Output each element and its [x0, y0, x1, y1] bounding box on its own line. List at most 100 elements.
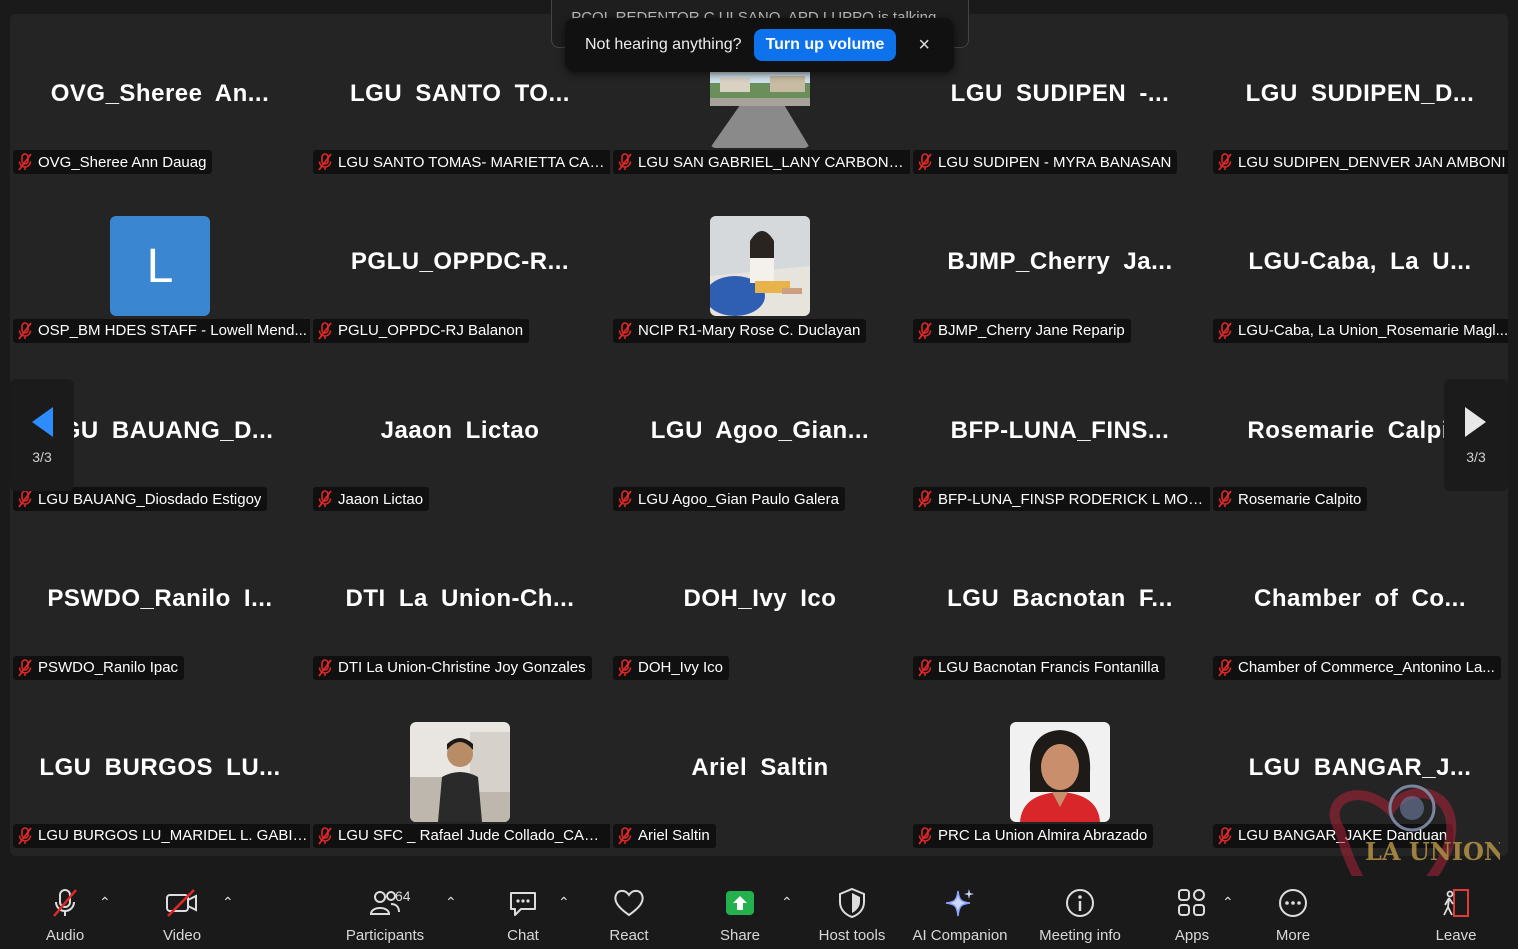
more-label: More	[1275, 927, 1311, 944]
chevron-left-icon	[32, 407, 53, 437]
participant-tile[interactable]: LGU Bacnotan F... LGU Bacnotan Francis Fo…	[910, 519, 1210, 687]
participant-tile[interactable]: Chamber of Co... Chamber of Commerce_Anto…	[1210, 519, 1508, 687]
muted-microphone-icon	[18, 321, 32, 340]
participant-name: PRC La Union Almira Abrazado	[938, 827, 1148, 845]
participant-name-label: LGU BURGOS LU_MARIDEL L. GABINO	[13, 823, 310, 848]
participant-tile[interactable]: DOH_Ivy Ico DOH_Ivy Ico	[610, 519, 910, 687]
participant-name-label: BJMP_Cherry Jane Reparip	[913, 318, 1131, 343]
participant-tile[interactable]: OVG_Sheree An... OVG_Sheree Ann Dauag	[10, 14, 310, 182]
participant-tile[interactable]: NCIP R1-Mary Rose C. Duclayan	[610, 182, 910, 350]
participant-name: LGU Bacnotan Francis Fontanilla	[938, 659, 1159, 677]
leave-label: Leave	[1435, 927, 1477, 944]
participant-name-label: LGU Agoo_Gian Paulo Galera	[613, 487, 845, 512]
participant-name: Ariel Saltin	[638, 827, 710, 845]
previous-page-button[interactable]: 3/3	[10, 379, 74, 491]
apps-icon	[1178, 889, 1205, 916]
participant-name: LGU SAN GABRIEL_LANY CARBONELL	[638, 153, 909, 171]
participant-name-label: LGU SUDIPEN - MYRA BANASAN	[913, 150, 1178, 175]
participant-grid: OVG_Sheree An... OVG_Sheree Ann Dauag LGU …	[10, 14, 1508, 856]
heart-icon	[614, 889, 644, 917]
leave-button[interactable]: Leave	[1406, 886, 1506, 946]
host-tools-button[interactable]: Host tools	[802, 886, 902, 946]
participant-display-name: DTI La Union-Ch...	[345, 585, 575, 613]
meeting-info-button[interactable]: Meeting info	[1030, 886, 1130, 946]
participant-tile[interactable]: LGU BURGOS LU... LGU BURGOS LU_MARIDEL L.…	[10, 688, 310, 856]
muted-microphone-icon	[618, 490, 632, 508]
participant-tile[interactable]: LGU SFC _ Rafael Jude Collado_CADA...	[310, 688, 610, 856]
participant-tile[interactable]: Ariel Saltin Ariel Saltin	[610, 688, 910, 856]
participant-tile[interactable]: Jaaon Lictao Jaaon Lictao	[310, 351, 610, 519]
participant-tile[interactable]: LGU-Caba, La U... LGU-Caba, La Union_Rose…	[1210, 182, 1508, 350]
react-label: React	[609, 927, 649, 944]
more-button[interactable]: More	[1243, 886, 1343, 946]
participant-name: LGU SFC _ Rafael Jude Collado_CADA...	[338, 827, 609, 845]
more-icon	[1279, 889, 1307, 917]
participant-display-name: PGLU_OPPDC-R...	[350, 248, 570, 276]
participant-tile[interactable]: BFP-LUNA_FINS... BFP-LUNA_FINSP RODERICK …	[910, 351, 1210, 519]
participant-name: LGU SANTO TOMAS- MARIETTA CAR...	[338, 153, 609, 171]
participant-name-label: PRC La Union Almira Abrazado	[913, 823, 1154, 848]
share-options-caret[interactable]: ⌃	[781, 894, 793, 911]
muted-microphone-icon	[18, 827, 32, 845]
video-button[interactable]: Video	[132, 886, 232, 946]
participant-name: LGU-Caba, La Union_Rosemarie Magl...	[1238, 322, 1508, 340]
share-button[interactable]: Share	[690, 886, 790, 946]
chat-options-caret[interactable]: ⌃	[558, 894, 570, 911]
participant-tile[interactable]: LGU SUDIPEN_D... LGU SUDIPEN_DENVER JAN A…	[1210, 14, 1508, 182]
participant-tile[interactable]: L OSP_BM HDES STAFF - Lowell Mend...	[10, 182, 310, 350]
participant-name-label: PGLU_OPPDC-RJ Balanon	[313, 318, 530, 343]
participant-video	[1010, 721, 1110, 822]
participant-tile[interactable]: PGLU_OPPDC-R... PGLU_OPPDC-RJ Balanon	[310, 182, 610, 350]
muted-microphone-icon	[618, 658, 632, 677]
participant-name: PSWDO_Ranilo Ipac	[38, 659, 179, 677]
participant-display-name: LGU SUDIPEN -...	[950, 80, 1170, 107]
participant-tile[interactable]: LGU Agoo_Gian... LGU Agoo_Gian Paulo Gale…	[610, 351, 910, 519]
participant-display-name: LGU Agoo_Gian...	[650, 416, 870, 444]
muted-microphone-icon	[918, 658, 932, 677]
muted-microphone-icon	[318, 153, 332, 171]
react-button[interactable]: React	[579, 886, 679, 946]
participant-name: OVG_Sheree Ann Dauag	[38, 153, 207, 171]
participant-tile[interactable]: PSWDO_Ranilo I... PSWDO_Ranilo Ipac	[10, 519, 310, 687]
sparkle-icon	[945, 889, 974, 917]
video-options-caret[interactable]: ⌃	[222, 894, 234, 911]
participant-name-label: LGU-Caba, La Union_Rosemarie Magl...	[1213, 318, 1508, 343]
participant-video	[410, 721, 510, 822]
participant-name-label: Ariel Saltin	[613, 823, 716, 848]
next-page-button[interactable]: 3/3	[1444, 379, 1508, 491]
audio-options-caret[interactable]: ⌃	[99, 894, 111, 911]
participant-tile[interactable]: PRC La Union Almira Abrazado	[910, 688, 1210, 856]
muted-microphone-icon	[1218, 658, 1232, 677]
participant-name: LGU Agoo_Gian Paulo Galera	[638, 490, 839, 508]
participant-name: DOH_Ivy Ico	[638, 659, 724, 677]
participant-display-name: Jaaon Lictao	[380, 416, 540, 444]
chat-icon	[510, 892, 536, 916]
participant-name: LGU SUDIPEN_DENVER JAN AMBONI	[1238, 153, 1506, 171]
participant-display-name: Ariel Saltin	[691, 753, 829, 781]
video-gallery: OVG_Sheree An... OVG_Sheree Ann Dauag LGU …	[10, 14, 1508, 856]
participant-tile[interactable]: DTI La Union-Ch... DTI La Union-Christine…	[310, 519, 610, 687]
muted-microphone-icon	[918, 153, 932, 171]
microphone-muted-icon	[53, 889, 77, 917]
participant-name: BJMP_Cherry Jane Reparip	[938, 322, 1125, 340]
leave-icon	[1443, 889, 1469, 917]
muted-microphone-icon	[318, 827, 332, 845]
ai-companion-button[interactable]: AI Companion	[900, 886, 1020, 946]
participant-name-label: LGU SAN GABRIEL_LANY CARBONELL	[613, 150, 910, 175]
apps-options-caret[interactable]: ⌃	[1222, 894, 1234, 911]
turn-up-volume-button[interactable]: Turn up volume	[753, 29, 897, 61]
info-icon	[1066, 889, 1094, 917]
video-muted-icon	[166, 889, 197, 917]
participants-options-caret[interactable]: ⌃	[445, 894, 457, 911]
participant-display-name: LGU BURGOS LU...	[39, 753, 281, 781]
muted-microphone-icon	[18, 658, 32, 677]
participant-tile[interactable]: BJMP_Cherry Ja... BJMP_Cherry Jane Repari…	[910, 182, 1210, 350]
close-icon[interactable]: ×	[918, 34, 930, 57]
participant-avatar: L	[110, 216, 210, 317]
participants-label: Participants	[345, 927, 425, 944]
page-indicator: 3/3	[1466, 449, 1486, 465]
participants-button[interactable]: 64 Participants	[335, 886, 435, 946]
participant-display-name: PSWDO_Ranilo I...	[47, 585, 273, 613]
participant-name: NCIP R1-Mary Rose C. Duclayan	[638, 322, 861, 340]
muted-microphone-icon	[1218, 827, 1232, 845]
